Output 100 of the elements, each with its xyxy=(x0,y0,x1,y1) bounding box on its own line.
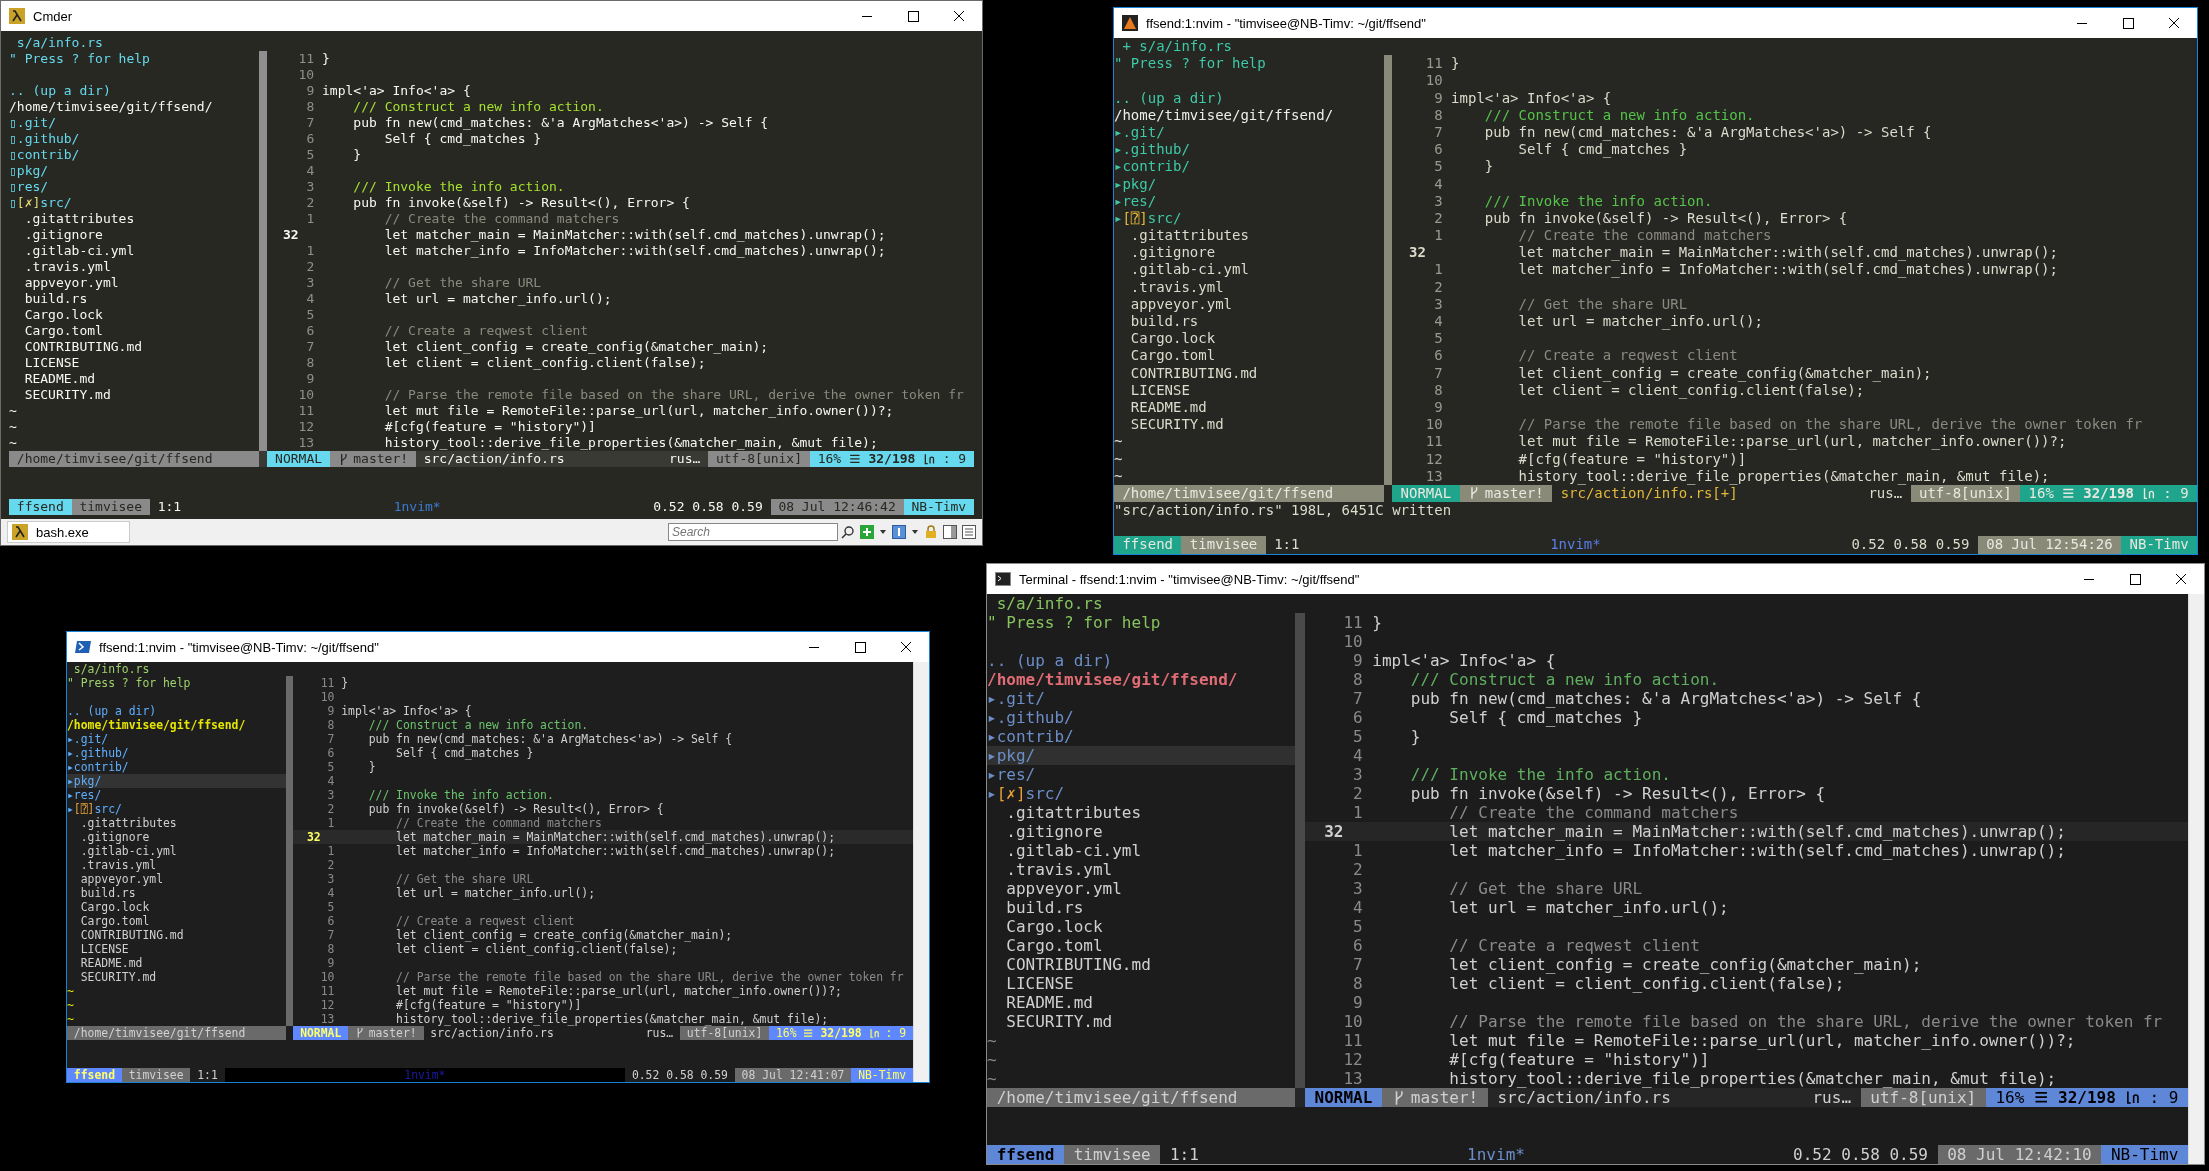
tree-item[interactable]: appveyor.yml xyxy=(67,872,287,886)
tree-item[interactable]: .gitlab-ci.yml xyxy=(1114,261,1384,279)
tree-item[interactable]: ▸.git/ xyxy=(987,689,1296,708)
tree-item[interactable]: Cargo.lock xyxy=(67,900,287,914)
tmux-window-tab[interactable]: 1nvim* xyxy=(393,499,441,515)
tree-item[interactable]: ▸[⍰]src/ xyxy=(1114,209,1384,228)
code-line: #[cfg(feature = "history")] xyxy=(1448,1050,1710,1069)
tree-item[interactable]: ▸pkg/ xyxy=(67,774,287,788)
tree-item[interactable]: SECURITY.md xyxy=(1114,416,1384,434)
line-number: 2 xyxy=(1352,860,1363,879)
tmux-window-tab[interactable]: 1nvim* xyxy=(1550,536,1601,554)
tree-item[interactable]: ▯.git/ xyxy=(9,115,260,131)
tree-item[interactable]: README.md xyxy=(67,956,287,970)
tree-item[interactable]: .gitignore xyxy=(1114,244,1384,262)
line-number: 12 xyxy=(319,998,335,1012)
tree-item[interactable]: appveyor.yml xyxy=(9,275,260,291)
tree-item[interactable]: .travis.yml xyxy=(67,858,287,872)
tree-item[interactable]: Cargo.toml xyxy=(1114,347,1384,365)
tree-item[interactable]: build.rs xyxy=(987,898,1296,917)
tree-item[interactable]: .gitignore xyxy=(67,830,287,844)
tree-item[interactable]: Cargo.toml xyxy=(67,914,287,928)
tree-item[interactable]: Cargo.lock xyxy=(987,917,1296,936)
tree-item[interactable]: CONTRIBUTING.md xyxy=(67,928,287,942)
tree-item[interactable]: ▸[✗]src/ xyxy=(987,784,1296,803)
tree-item[interactable]: build.rs xyxy=(67,886,287,900)
tree-item[interactable]: ▸pkg/ xyxy=(1114,175,1384,193)
tree-parent-link[interactable]: .. (up a dir) xyxy=(1114,89,1224,107)
tree-parent-link[interactable]: .. (up a dir) xyxy=(987,651,1113,670)
tree-item[interactable]: ▸contrib/ xyxy=(987,727,1296,746)
empty-line-marker: ~ xyxy=(987,1031,997,1050)
tree-item[interactable]: appveyor.yml xyxy=(1114,295,1384,313)
tree-parent-link[interactable]: .. (up a dir) xyxy=(9,83,111,99)
line-number: 4 xyxy=(1352,898,1363,917)
tree-item[interactable]: README.md xyxy=(9,371,260,387)
tree-item[interactable]: SECURITY.md xyxy=(67,970,287,984)
lock-icon[interactable] xyxy=(924,525,938,539)
scrollbar[interactable] xyxy=(2188,594,2204,1164)
tree-item[interactable]: ▸.git/ xyxy=(67,732,287,746)
code-line: history_tool::derive_file_properties(&matcher_main, &mut file); xyxy=(1448,1069,2057,1088)
tree-item[interactable]: README.md xyxy=(987,993,1296,1012)
tree-item[interactable]: ▸pkg/ xyxy=(987,746,1296,765)
tmux-window-tab[interactable]: 1nvim* xyxy=(1467,1145,1525,1164)
tree-item[interactable]: LICENSE xyxy=(9,355,260,371)
tree-item[interactable]: Cargo.lock xyxy=(1114,330,1384,348)
tree-item[interactable]: .gitignore xyxy=(9,227,260,243)
scrollbar[interactable] xyxy=(913,662,929,1082)
line-number: 1 xyxy=(1352,841,1363,860)
tree-item[interactable]: ▯res/ xyxy=(9,179,260,195)
tree-item[interactable]: .gitlab-ci.yml xyxy=(9,243,260,259)
tree-item[interactable]: .gitattributes xyxy=(1114,227,1384,245)
tree-item[interactable]: ▸contrib/ xyxy=(67,760,287,774)
tree-item[interactable]: LICENSE xyxy=(987,974,1296,993)
plus-icon[interactable] xyxy=(860,525,874,539)
tree-item[interactable]: appveyor.yml xyxy=(987,879,1296,898)
split-icon[interactable] xyxy=(943,525,957,539)
tree-item[interactable]: ▸res/ xyxy=(987,765,1296,784)
tree-item[interactable]: SECURITY.md xyxy=(9,387,260,403)
tree-item[interactable]: ▸contrib/ xyxy=(1114,158,1384,176)
tree-item[interactable]: README.md xyxy=(1114,398,1384,417)
tree-item[interactable]: Cargo.lock xyxy=(9,307,260,323)
tree-item[interactable]: .gitattributes xyxy=(67,816,287,830)
tmux-hostname: NB-Timv xyxy=(2101,1145,2188,1164)
tree-item[interactable]: ▸res/ xyxy=(1114,192,1384,210)
tree-item[interactable]: LICENSE xyxy=(67,942,287,956)
cursor-position: 32/198 xyxy=(868,451,916,467)
tree-item[interactable]: ▸.github/ xyxy=(1114,141,1384,159)
tree-item[interactable]: build.rs xyxy=(1114,313,1384,331)
file-type: rus… xyxy=(669,451,702,467)
empty-line-marker: ~ xyxy=(9,419,17,435)
tree-item[interactable]: .gitignore xyxy=(987,822,1296,841)
tree-item[interactable]: build.rs xyxy=(9,291,260,307)
tree-item[interactable]: .travis.yml xyxy=(1114,278,1384,296)
tree-item[interactable]: Cargo.toml xyxy=(9,323,260,339)
tree-item[interactable]: ▸.github/ xyxy=(67,746,287,760)
tree-item[interactable]: .travis.yml xyxy=(987,860,1296,879)
tree-item[interactable]: CONTRIBUTING.md xyxy=(1114,364,1384,382)
tree-parent-link[interactable]: .. (up a dir) xyxy=(67,704,157,718)
console-tab[interactable]: bash.exe xyxy=(7,521,130,543)
line-number: 13 xyxy=(1424,467,1443,485)
tree-item[interactable]: .gitlab-ci.yml xyxy=(987,841,1296,860)
panel-icon[interactable] xyxy=(892,525,906,539)
tree-item[interactable]: ▯.github/ xyxy=(9,131,260,147)
tree-item[interactable]: ▯[✗]src/ xyxy=(9,195,260,211)
search-field[interactable]: Search xyxy=(668,523,838,541)
tree-item[interactable]: Cargo.toml xyxy=(987,936,1296,955)
tree-item[interactable]: .gitattributes xyxy=(9,211,260,227)
tree-item[interactable]: LICENSE xyxy=(1114,381,1384,399)
tree-item[interactable]: ▸[⍰]src/ xyxy=(67,802,287,816)
tree-item[interactable]: CONTRIBUTING.md xyxy=(9,339,260,355)
tree-item[interactable]: ▸.git/ xyxy=(1114,123,1384,142)
tree-item[interactable]: .gitattributes xyxy=(987,803,1296,822)
tree-item[interactable]: .travis.yml xyxy=(9,259,260,275)
tree-item[interactable]: ▯contrib/ xyxy=(9,147,260,163)
tree-item[interactable]: ▸res/ xyxy=(67,788,287,802)
tree-item[interactable]: ▯pkg/ xyxy=(9,163,260,179)
tree-item[interactable]: SECURITY.md xyxy=(987,1012,1296,1031)
tree-item[interactable]: ▸.github/ xyxy=(987,708,1296,727)
list-icon[interactable] xyxy=(962,525,976,539)
tree-item[interactable]: .gitlab-ci.yml xyxy=(67,844,287,858)
tree-item[interactable]: CONTRIBUTING.md xyxy=(987,955,1296,974)
